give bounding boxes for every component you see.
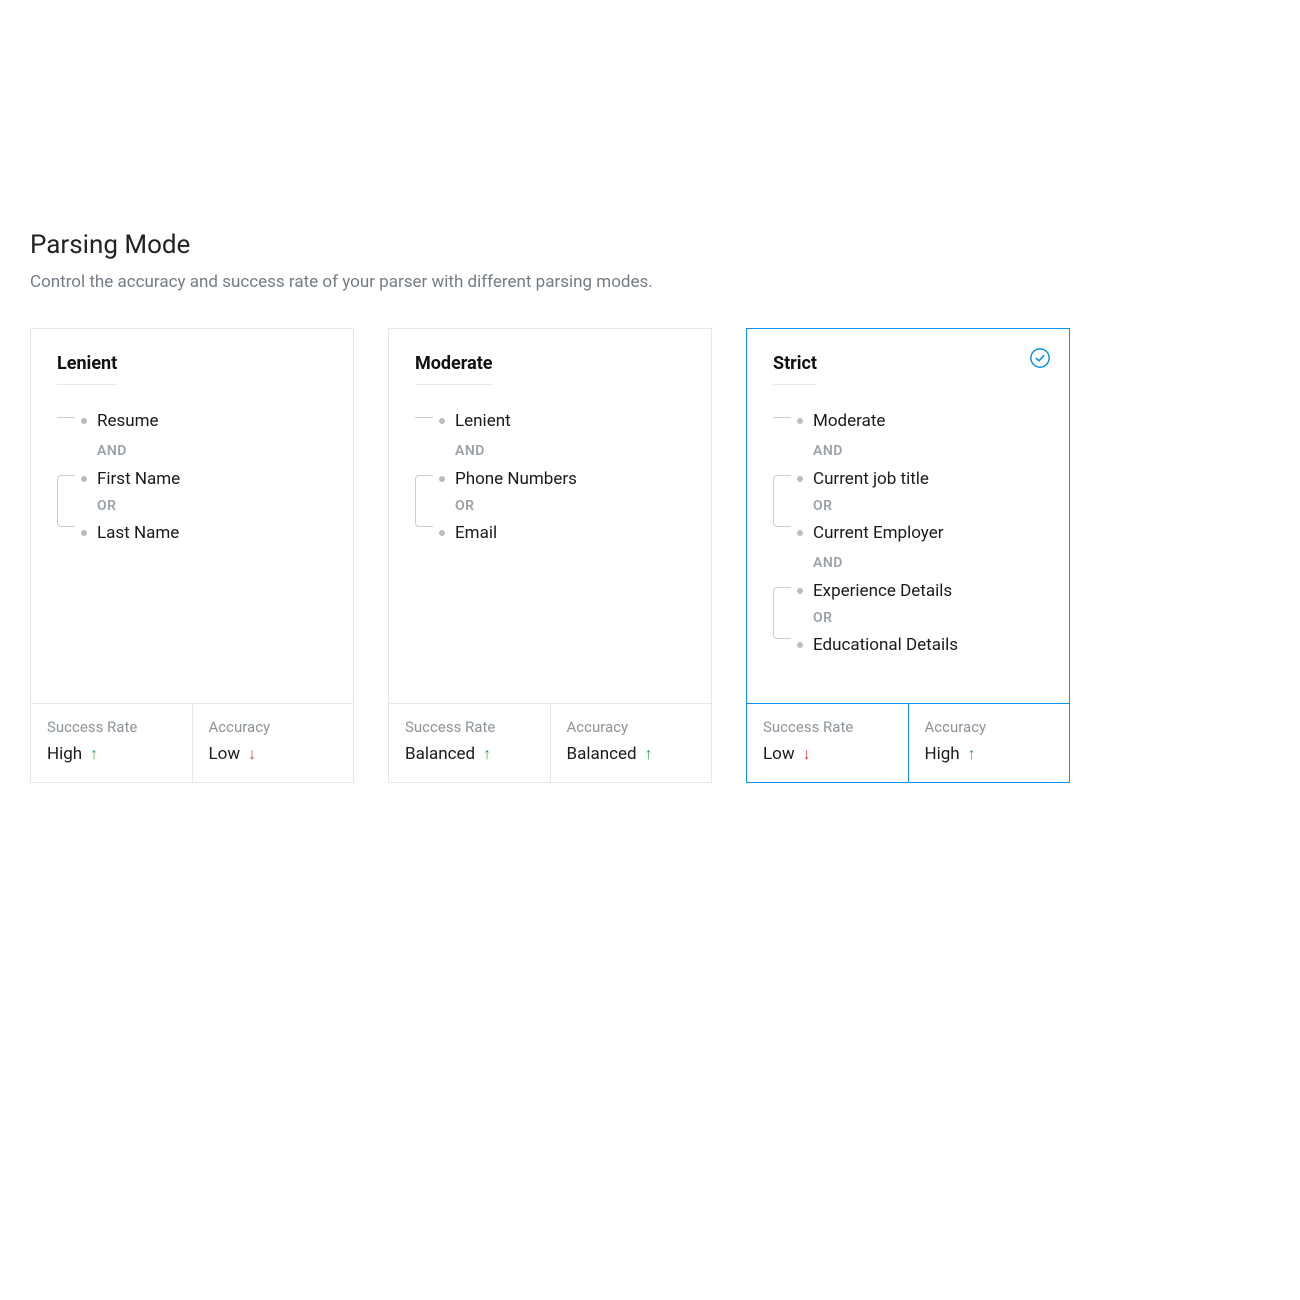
rule-group: Moderate	[797, 407, 1043, 435]
rule-item: Current Employer	[813, 523, 944, 543]
metric-value: Low	[209, 744, 241, 764]
rule-group: Current job title OR Current Employer	[797, 465, 1043, 547]
arrow-up-icon: ↑	[968, 746, 976, 762]
metric-label: Success Rate	[763, 718, 892, 736]
rule-group: Experience Details OR Educational Detail…	[797, 577, 1043, 659]
card-metrics: Success Rate Low ↓ Accuracy High ↑	[747, 703, 1069, 782]
tree-bracket-icon	[415, 475, 433, 527]
bullet-icon	[439, 476, 445, 482]
bullet-icon	[797, 418, 803, 424]
tree-bracket-icon	[773, 475, 791, 527]
card-metrics: Success Rate High ↑ Accuracy Low ↓	[31, 703, 353, 782]
tree-bracket-icon	[57, 475, 75, 527]
card-title: Lenient	[57, 353, 117, 385]
or-separator: OR	[813, 607, 1043, 629]
tree-bracket-icon	[57, 417, 75, 418]
rule-group: First Name OR Last Name	[81, 465, 327, 547]
rule-item: Phone Numbers	[455, 469, 577, 489]
check-circle-icon	[1029, 347, 1051, 369]
bullet-icon	[439, 530, 445, 536]
bullet-icon	[81, 418, 87, 424]
metric-label: Accuracy	[209, 718, 338, 736]
metric-label: Accuracy	[925, 718, 1054, 736]
mode-card-lenient[interactable]: Lenient Resume AND First Name OR Last Na…	[30, 328, 354, 783]
bullet-icon	[797, 642, 803, 648]
and-separator: AND	[813, 555, 1043, 571]
metric-value: High	[47, 744, 82, 764]
rule-item: Resume	[97, 411, 159, 431]
rule-group: Phone Numbers OR Email	[439, 465, 685, 547]
bullet-icon	[81, 476, 87, 482]
rule-group: Lenient	[439, 407, 685, 435]
card-metrics: Success Rate Balanced ↑ Accuracy Balanced…	[389, 703, 711, 782]
metric-value: Balanced	[567, 744, 637, 764]
rule-tree: Lenient AND Phone Numbers OR Email	[415, 407, 685, 547]
metric-value: Low	[763, 744, 795, 764]
tree-bracket-icon	[773, 587, 791, 639]
arrow-down-icon: ↓	[803, 746, 811, 762]
arrow-up-icon: ↑	[483, 746, 491, 762]
arrow-up-icon: ↑	[90, 746, 98, 762]
or-separator: OR	[97, 495, 327, 517]
bullet-icon	[797, 530, 803, 536]
rule-tree: Moderate AND Current job title OR Curren…	[773, 407, 1043, 659]
metric-label: Accuracy	[567, 718, 696, 736]
metric-value: High	[925, 744, 960, 764]
tree-bracket-icon	[415, 417, 433, 418]
bullet-icon	[797, 476, 803, 482]
rule-item: Current job title	[813, 469, 929, 489]
bullet-icon	[797, 588, 803, 594]
metric-label: Success Rate	[47, 718, 176, 736]
arrow-up-icon: ↑	[645, 746, 653, 762]
mode-cards: Lenient Resume AND First Name OR Last Na…	[30, 328, 1270, 783]
tree-bracket-icon	[773, 417, 791, 418]
metric-value: Balanced	[405, 744, 475, 764]
or-separator: OR	[813, 495, 1043, 517]
rule-item: First Name	[97, 469, 180, 489]
rule-item: Moderate	[813, 411, 885, 431]
mode-card-moderate[interactable]: Moderate Lenient AND Phone Numbers OR Em…	[388, 328, 712, 783]
rule-group: Resume	[81, 407, 327, 435]
card-title: Moderate	[415, 353, 493, 385]
and-separator: AND	[97, 443, 327, 459]
or-separator: OR	[455, 495, 685, 517]
and-separator: AND	[813, 443, 1043, 459]
card-title: Strict	[773, 353, 817, 385]
rule-item: Experience Details	[813, 581, 952, 601]
page-description: Control the accuracy and success rate of…	[30, 272, 1270, 292]
arrow-down-icon: ↓	[248, 746, 256, 762]
rule-tree: Resume AND First Name OR Last Name	[57, 407, 327, 547]
bullet-icon	[439, 418, 445, 424]
and-separator: AND	[455, 443, 685, 459]
bullet-icon	[81, 530, 87, 536]
rule-item: Lenient	[455, 411, 511, 431]
page-title: Parsing Mode	[30, 230, 1270, 260]
rule-item: Last Name	[97, 523, 179, 543]
metric-label: Success Rate	[405, 718, 534, 736]
rule-item: Email	[455, 523, 497, 543]
mode-card-strict[interactable]: Strict Moderate AND Current job title OR…	[746, 328, 1070, 783]
rule-item: Educational Details	[813, 635, 958, 655]
